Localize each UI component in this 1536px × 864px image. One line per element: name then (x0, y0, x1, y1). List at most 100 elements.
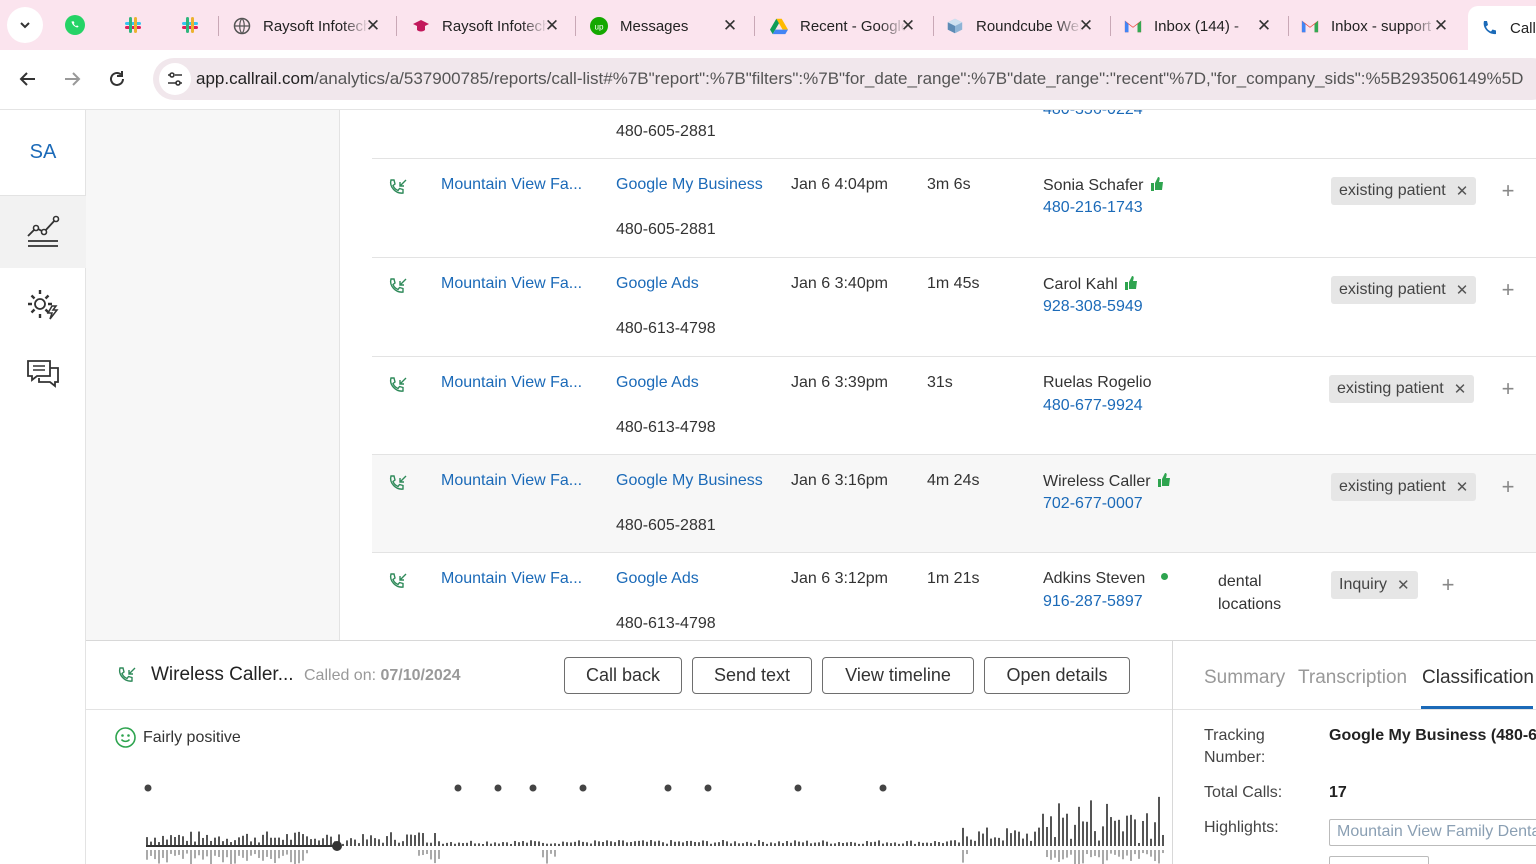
add-tag-button[interactable]: + (1498, 476, 1518, 498)
waveform-bar (270, 850, 272, 859)
browser-tab[interactable]: Raysoft Infotech ✕ (412, 8, 562, 44)
caller-phone[interactable]: 928-308-5949 (1043, 298, 1143, 316)
tab-summary[interactable]: Summary (1204, 667, 1285, 689)
add-tag-button[interactable]: + (1498, 180, 1518, 202)
nav-analytics[interactable] (0, 196, 86, 268)
waveform-bar (926, 842, 928, 846)
account-badge[interactable]: SA (0, 110, 86, 196)
tab-close-icon[interactable]: ✕ (720, 16, 740, 36)
browser-tab-active[interactable]: Call (1468, 6, 1536, 50)
tab-close-icon[interactable]: ✕ (898, 16, 918, 36)
waveform-bar (686, 840, 688, 846)
waveform-bar (718, 842, 720, 846)
pinned-tab-slack-1[interactable] (118, 10, 148, 40)
waveform-bar (674, 841, 676, 846)
forward-button[interactable] (57, 64, 87, 94)
caller-phone[interactable]: 480-356-0224 (1043, 110, 1143, 119)
waveform-bar (602, 842, 604, 846)
caller-phone[interactable]: 702-677-0007 (1043, 495, 1143, 513)
caller-phone[interactable]: 480-677-9924 (1043, 397, 1143, 415)
table-row-selected[interactable]: Mountain View Fa... Google My Business 4… (372, 455, 1536, 553)
source-link[interactable]: Google Ads (616, 275, 699, 293)
tab-search-button[interactable] (7, 7, 43, 43)
add-tag-button[interactable]: + (1498, 378, 1518, 400)
add-tag-button[interactable]: + (1438, 574, 1458, 596)
site-info-button[interactable] (159, 63, 191, 95)
waveform-bar (234, 850, 236, 864)
waveform-bar (1062, 817, 1064, 846)
thumbs-up-icon (1157, 473, 1170, 487)
waveform-bar (310, 839, 312, 846)
tab-close-icon[interactable]: ✕ (1254, 16, 1274, 36)
tune-icon (168, 72, 182, 86)
reload-button[interactable] (102, 64, 132, 94)
add-tag-button[interactable]: + (1498, 279, 1518, 301)
company-link[interactable]: Mountain View Fa... (441, 275, 582, 293)
send-text-button[interactable]: Send text (692, 657, 812, 694)
remove-tag-icon[interactable]: ✕ (1456, 182, 1469, 200)
browser-tab[interactable]: Recent - Google Drive ✕ (770, 8, 918, 44)
browser-tab[interactable]: up Messages ✕ (590, 8, 740, 44)
tab-close-icon[interactable]: ✕ (363, 16, 383, 36)
pinned-tab-slack-2[interactable] (175, 10, 205, 40)
waveform-bar (1082, 850, 1084, 864)
table-row[interactable]: Mountain View Fa... Google My Business 4… (372, 159, 1536, 258)
waveform-bar (1102, 826, 1104, 846)
company-link[interactable]: Mountain View Fa... (441, 472, 582, 490)
nav-conversations[interactable] (0, 338, 86, 410)
tab-close-icon[interactable]: ✕ (1431, 16, 1451, 36)
source-link[interactable]: Google My Business (616, 472, 763, 490)
source-link[interactable]: Google Ads (616, 570, 699, 588)
browser-tab[interactable]: Inbox (144) - ✕ (1124, 8, 1274, 44)
source-link[interactable]: Google Ads (616, 374, 699, 392)
waveform-bar (1078, 850, 1080, 864)
waveform-bar (1110, 850, 1112, 854)
nav-settings[interactable] (0, 268, 86, 340)
back-button[interactable] (13, 64, 43, 94)
view-timeline-button[interactable]: View timeline (822, 657, 974, 694)
browser-tab[interactable]: Inbox - support ✕ (1301, 8, 1451, 44)
waveform-bar (842, 842, 844, 846)
open-details-button[interactable]: Open details (984, 657, 1130, 694)
tab-close-icon[interactable]: ✕ (542, 16, 562, 36)
call-back-button[interactable]: Call back (564, 657, 682, 694)
remove-tag-icon[interactable]: ✕ (1456, 478, 1469, 496)
incoming-call-icon (389, 573, 407, 588)
source-link[interactable]: Google My Business (616, 176, 763, 194)
waveform-bar (1154, 850, 1156, 862)
company-link[interactable]: Mountain View Fa... (441, 176, 582, 194)
table-row[interactable]: Mountain View Fa... Google Ads 480-613-4… (372, 357, 1536, 455)
highlight-chip[interactable]: Mountain View Family Dental (1329, 819, 1536, 846)
remove-tag-icon[interactable]: ✕ (1454, 380, 1467, 398)
address-bar[interactable]: app.callrail.com/analytics/a/537900785/r… (153, 58, 1536, 100)
browser-tab[interactable]: Roundcube Webmail ✕ (946, 8, 1096, 44)
browser-tab[interactable]: Raysoft Infotech ✕ (233, 8, 383, 44)
highlight-chip[interactable] (1329, 856, 1429, 864)
caller-phone[interactable]: 480-216-1743 (1043, 199, 1143, 217)
waveform-bar (1054, 850, 1056, 858)
table-row[interactable]: Mountain View Fa... Google Ads 480-613-4… (372, 258, 1536, 357)
tab-classification[interactable]: Classification (1422, 667, 1534, 689)
table-row[interactable]: 480-605-2881 480-356-0224 (372, 110, 1536, 159)
tab-close-icon[interactable]: ✕ (1076, 16, 1096, 36)
waveform-bar (606, 840, 608, 846)
pinned-tab-whatsapp[interactable] (60, 10, 90, 40)
remove-tag-icon[interactable]: ✕ (1456, 281, 1469, 299)
waveform-bar (886, 842, 888, 846)
waveform-bar (434, 850, 436, 864)
waveform-bar (434, 833, 436, 846)
tracking-number: 480-605-2881 (616, 517, 716, 534)
waveform-bar (1106, 850, 1108, 861)
company-link[interactable]: Mountain View Fa... (441, 570, 582, 588)
call-audio-waveform[interactable] (140, 776, 1170, 864)
waveform-bar (638, 840, 640, 846)
waveform-bar (1070, 838, 1072, 846)
waveform-bar (818, 842, 820, 846)
table-row[interactable]: Mountain View Fa... Google Ads 480-613-4… (372, 553, 1536, 640)
waveform-bar (838, 842, 840, 846)
remove-tag-icon[interactable]: ✕ (1397, 576, 1410, 594)
tab-transcription[interactable]: Transcription (1298, 667, 1407, 689)
company-link[interactable]: Mountain View Fa... (441, 374, 582, 392)
caller-phone[interactable]: 916-287-5897 (1043, 593, 1143, 611)
playback-head[interactable] (332, 841, 342, 851)
